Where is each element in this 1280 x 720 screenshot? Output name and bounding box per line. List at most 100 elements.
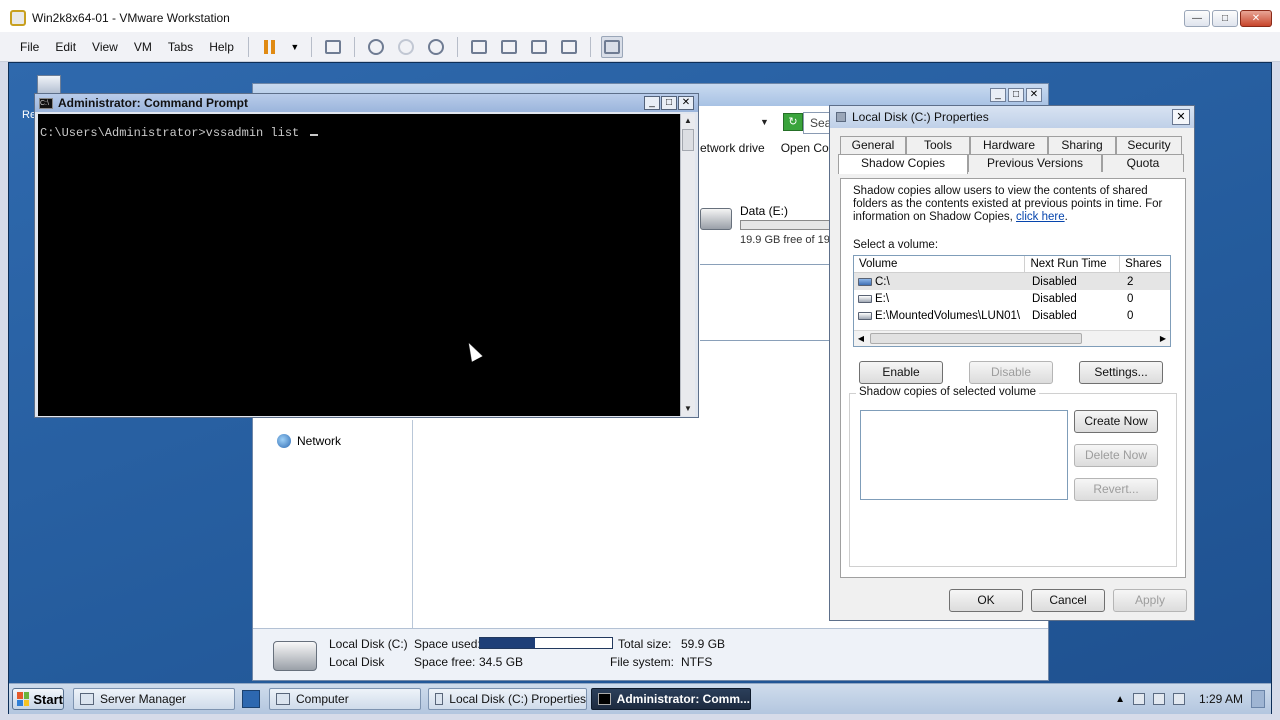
start-label: Start — [33, 691, 63, 707]
column-shares[interactable]: Shares — [1120, 256, 1170, 272]
volume-row[interactable]: E:\ Disabled 0 — [854, 290, 1170, 307]
tab-shadow-copies[interactable]: Shadow Copies — [838, 154, 968, 174]
menu-help[interactable]: Help — [201, 40, 242, 54]
cancel-button[interactable]: Cancel — [1031, 589, 1105, 612]
guest-display[interactable]: Re _ □ ✕ ▼ ↻ Sear etwork drive Open Co D… — [8, 62, 1272, 714]
open-control-panel-button[interactable]: Open Co — [781, 141, 829, 161]
task-local-disk-properties[interactable]: Local Disk (C:) Properties — [428, 688, 587, 710]
full-screen-icon[interactable] — [528, 36, 550, 58]
action-center-flag-icon[interactable] — [1132, 693, 1145, 705]
settings-button[interactable]: Settings... — [1079, 361, 1163, 384]
system-drive-icon — [858, 277, 872, 286]
console-view-icon[interactable] — [498, 36, 520, 58]
disable-button[interactable]: Disable — [969, 361, 1053, 384]
disk-icon — [435, 693, 444, 705]
map-network-drive-button[interactable]: etwork drive — [700, 141, 765, 161]
menu-edit[interactable]: Edit — [47, 40, 84, 54]
task-computer[interactable]: Computer — [269, 688, 421, 710]
tab-hardware[interactable]: Hardware — [970, 136, 1048, 154]
volume-row[interactable]: E:\MountedVolumes\LUN01\ Disabled 0 — [854, 307, 1170, 324]
snapshot-icon[interactable] — [365, 36, 387, 58]
revert-button[interactable]: Revert... — [1074, 478, 1158, 501]
ok-button[interactable]: OK — [949, 589, 1023, 612]
server-manager-tray-icon[interactable] — [1152, 693, 1165, 705]
total-size-label: Total size: — [618, 637, 672, 651]
menu-view[interactable]: View — [84, 40, 126, 54]
tab-sharing[interactable]: Sharing — [1048, 136, 1116, 154]
delete-now-button[interactable]: Delete Now — [1074, 444, 1158, 467]
minimize-button[interactable]: — — [1184, 10, 1210, 27]
cmd-minimize-button[interactable]: _ — [644, 96, 660, 110]
details-drive-type: Local Disk — [329, 655, 385, 669]
network-tray-icon[interactable] — [1172, 693, 1185, 705]
scroll-thumb[interactable] — [682, 129, 694, 151]
dialog-close-button[interactable]: ✕ — [1172, 109, 1190, 125]
powershell-quicklaunch-icon[interactable] — [242, 690, 260, 708]
send-ctrl-alt-del-icon[interactable] — [322, 36, 344, 58]
refresh-icon[interactable]: ↻ — [782, 113, 803, 131]
start-button[interactable]: Start — [12, 688, 64, 710]
properties-dialog[interactable]: Local Disk (C:) Properties ✕ General Too… — [829, 105, 1195, 621]
scroll-right-icon[interactable]: ▶ — [1156, 331, 1170, 346]
click-here-link[interactable]: click here — [1016, 211, 1065, 223]
console-scrollbar[interactable]: ▲ ▼ — [680, 114, 695, 416]
taskbar: Start Server Manager Computer Local Disk… — [9, 683, 1271, 714]
nav-item-label: Network — [297, 434, 342, 448]
clock[interactable]: 1:29 AM — [1199, 692, 1243, 706]
unity-icon[interactable] — [558, 36, 580, 58]
menu-file[interactable]: File — [12, 40, 47, 54]
volume-row[interactable]: C:\ Disabled 2 — [854, 273, 1170, 290]
shadow-copies-list[interactable] — [860, 410, 1068, 500]
menu-tabs[interactable]: Tabs — [160, 40, 201, 54]
show-desktop-button[interactable] — [1251, 690, 1265, 708]
drive-icon — [858, 311, 872, 320]
scroll-up-icon[interactable]: ▲ — [681, 114, 695, 128]
cmd-title-bar[interactable]: C:\ Administrator: Command Prompt — [35, 94, 698, 112]
sidebar-view-icon[interactable] — [468, 36, 490, 58]
text-caret — [310, 126, 319, 136]
divider — [700, 340, 840, 341]
drive-icon — [858, 294, 872, 303]
explorer-close-button[interactable]: ✕ — [1026, 88, 1042, 102]
local-disk-icon — [273, 641, 317, 671]
pause-icon[interactable] — [259, 36, 281, 58]
column-volume[interactable]: Volume — [854, 256, 1026, 272]
dialog-title-bar[interactable]: Local Disk (C:) Properties — [830, 106, 1194, 128]
cmd-close-button[interactable]: ✕ — [678, 96, 694, 110]
details-pane: Local Disk (C:) Local Disk Space used: S… — [253, 628, 1048, 680]
show-hidden-icons-icon[interactable]: ▲ — [1115, 694, 1125, 705]
nav-item-network[interactable]: Network — [277, 434, 341, 448]
task-command-prompt[interactable]: Administrator: Comm... — [591, 688, 751, 710]
enable-button[interactable]: Enable — [859, 361, 943, 384]
shadow-copies-group: Shadow copies of selected volume Create … — [849, 386, 1177, 567]
scroll-thumb[interactable] — [870, 333, 1082, 344]
scroll-down-icon[interactable]: ▼ — [681, 402, 695, 416]
snapshot-manager-icon[interactable] — [425, 36, 447, 58]
explorer-minimize-button[interactable]: _ — [990, 88, 1006, 102]
cmd-maximize-button[interactable]: □ — [661, 96, 677, 110]
close-button[interactable]: ✕ — [1240, 10, 1272, 27]
address-dropdown-icon[interactable]: ▼ — [760, 117, 769, 127]
create-now-button[interactable]: Create Now — [1074, 410, 1158, 433]
revert-snapshot-icon[interactable] — [395, 36, 417, 58]
column-next-run-time[interactable]: Next Run Time — [1025, 256, 1121, 272]
computer-icon — [276, 693, 290, 705]
menu-vm[interactable]: VM — [126, 40, 160, 54]
tab-previous-versions[interactable]: Previous Versions — [968, 154, 1102, 172]
maximize-button[interactable]: □ — [1212, 10, 1238, 27]
tab-tools[interactable]: Tools — [906, 136, 970, 154]
tab-quota[interactable]: Quota — [1102, 154, 1184, 172]
volume-list-scrollbar[interactable]: ◀ ▶ — [854, 330, 1170, 346]
console-output[interactable]: C:\Users\Administrator>vssadmin list — [38, 114, 681, 416]
volume-list[interactable]: Volume Next Run Time Shares C:\ Disabled… — [853, 255, 1171, 347]
thumbnail-view-icon[interactable] — [600, 35, 623, 58]
tab-general[interactable]: General — [840, 136, 906, 154]
scroll-left-icon[interactable]: ◀ — [854, 331, 868, 346]
task-server-manager[interactable]: Server Manager — [73, 688, 235, 710]
command-prompt-window[interactable]: C:\ Administrator: Command Prompt _ □ ✕ … — [34, 93, 699, 418]
explorer-maximize-button[interactable]: □ — [1008, 88, 1024, 102]
chevron-down-icon[interactable]: ▼ — [289, 36, 301, 58]
tab-security[interactable]: Security — [1116, 136, 1182, 154]
apply-button[interactable]: Apply — [1113, 589, 1187, 612]
file-system-label: File system: — [610, 655, 675, 669]
